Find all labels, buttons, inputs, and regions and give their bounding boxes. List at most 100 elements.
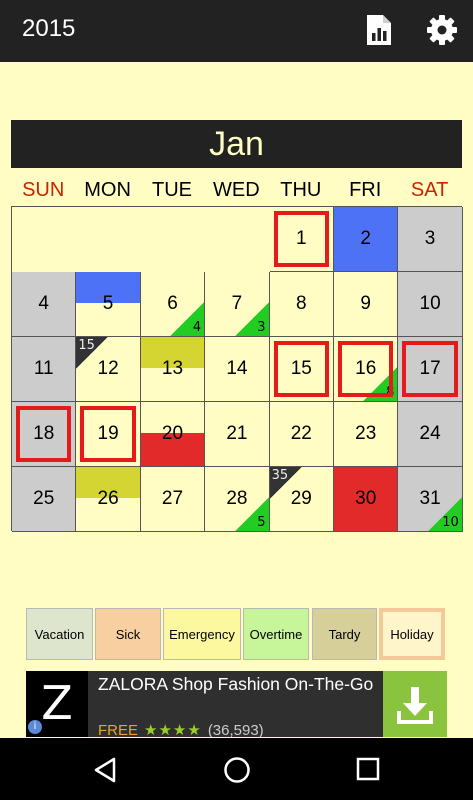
home-icon [224, 757, 250, 783]
day-cell-18[interactable]: 18 [12, 402, 77, 467]
day-cell-26[interactable]: 26 [76, 467, 141, 532]
day-number: 30 [355, 488, 377, 509]
day-cell-7[interactable]: 3 7 [205, 272, 270, 337]
day-cell-6[interactable]: 4 6 [140, 272, 206, 337]
day-cell-9[interactable]: 9 [334, 272, 399, 337]
day-cell-3[interactable]: 3 [398, 207, 463, 272]
day-number: 7 [231, 293, 243, 314]
ad-subline: FREE ★★★★ (36,593) [98, 721, 264, 737]
day-number: 29 [290, 488, 312, 509]
legend-tardy[interactable]: Tardy [312, 608, 377, 660]
day-cell-15[interactable]: 15 [269, 337, 334, 402]
day-number: 28 [226, 488, 248, 509]
day-cell-22[interactable]: 22 [269, 402, 334, 467]
weekday-thu: THU [280, 179, 322, 201]
back-icon [94, 757, 116, 783]
legend-emergency[interactable]: Emergency [163, 608, 241, 660]
day-number: 22 [290, 423, 312, 444]
day-number: 9 [360, 293, 371, 314]
day-number: 31 [419, 488, 441, 509]
report-button[interactable] [364, 14, 394, 46]
day-cell-25[interactable]: 25 [12, 467, 77, 532]
day-cell-20[interactable]: 20 [140, 402, 206, 467]
ad-download-button[interactable] [383, 671, 447, 737]
ad-title[interactable]: ZALORA Shop Fashion On-The-Go [98, 673, 383, 695]
day-number: 5 [102, 293, 114, 314]
day-number: 25 [33, 488, 55, 509]
weekday-sat: SAT [410, 179, 449, 201]
legend-vacation[interactable]: Vacation [26, 608, 93, 660]
day-number: 3 [424, 228, 436, 249]
day-cell-8[interactable]: 8 [269, 272, 334, 337]
day-cell-31[interactable]: 10 31 [398, 467, 463, 532]
day-number: 8 [296, 293, 307, 314]
day-cell-23[interactable]: 23 [334, 402, 399, 467]
month-label: Jan [209, 125, 264, 163]
day-cell-24[interactable]: 24 [398, 402, 463, 467]
day-cell-30[interactable]: 30 [334, 467, 399, 532]
day-number: 18 [33, 423, 55, 444]
day-number: 15 [290, 358, 312, 379]
day-number: 19 [97, 423, 119, 444]
weekday-fri: FRI [349, 179, 382, 201]
day-cell-5[interactable]: 5 [76, 272, 141, 337]
day-number: 12 [97, 358, 119, 379]
day-cell-4[interactable]: 4 [12, 272, 77, 337]
settings-button[interactable] [426, 14, 458, 46]
legend-holiday[interactable]: Holiday [379, 608, 445, 660]
day-number: 27 [161, 488, 184, 509]
day-cell-13[interactable]: 13 [140, 337, 206, 402]
day-number: 14 [226, 358, 248, 379]
day-cell-19[interactable]: 19 [76, 402, 141, 467]
day-cell-2[interactable]: 2 [334, 207, 399, 272]
navigation-bar [0, 738, 473, 800]
ad-stars: ★★★★ [144, 722, 202, 737]
legend-overtime[interactable]: Overtime [243, 608, 309, 660]
recents-button[interactable] [356, 757, 380, 781]
ad-banner[interactable]: Z i ZALORA Shop Fashion On-The-Go FREE ★★… [26, 671, 447, 737]
year-title: 2015 [22, 15, 76, 42]
app-bar: 2015 [0, 0, 473, 62]
home-button[interactable] [222, 755, 252, 785]
back-button[interactable] [92, 756, 120, 784]
ad-info-icon[interactable]: i [28, 720, 42, 734]
day-cell-16[interactable]: 8 16 [334, 337, 399, 402]
day-number: 23 [355, 423, 377, 444]
day-cell-14[interactable]: 14 [205, 337, 270, 402]
ad-logo[interactable]: Z i [26, 671, 88, 737]
day-cell-28[interactable]: 5 28 [205, 467, 270, 532]
day-number: 20 [161, 423, 184, 444]
day-cell-1[interactable]: 1 [269, 207, 334, 272]
ad-rating-count: (36,593) [207, 722, 264, 737]
ad-logo-letter: Z [41, 676, 73, 730]
day-number: 10 [419, 293, 441, 314]
recents-icon [356, 757, 380, 781]
weekday-row: SUN MON TUE WED THU FRI SAT [11, 174, 462, 206]
day-number: 2 [360, 228, 371, 249]
day-cell-17[interactable]: 17 [398, 337, 463, 402]
day-number: 1 [296, 228, 307, 249]
day-number: 11 [33, 358, 54, 379]
day-number: 4 [38, 293, 49, 314]
calendar-grid: 1 2 3 4 5 4 6 3 7 8 9 10 11 15 12 13 14 [11, 206, 463, 532]
day-cell-27[interactable]: 27 [140, 467, 206, 532]
day-cell-10[interactable]: 10 [398, 272, 463, 337]
ad-price: FREE [98, 722, 139, 737]
weekday-wed: WED [213, 179, 260, 201]
day-number: 21 [226, 423, 248, 444]
gear-icon [427, 15, 457, 45]
day-number: 16 [355, 358, 377, 379]
legend: Vacation Sick Emergency Overtime Tardy H… [26, 608, 446, 660]
download-icon [397, 687, 433, 724]
day-cell-11[interactable]: 11 [12, 337, 77, 402]
legend-sick[interactable]: Sick [95, 608, 161, 660]
day-number: 6 [167, 293, 178, 314]
day-cell-12[interactable]: 15 12 [76, 337, 141, 402]
day-number: 13 [161, 358, 184, 379]
month-header[interactable]: Jan [11, 120, 462, 168]
day-number: 24 [419, 423, 441, 444]
weekday-sun: SUN [22, 179, 65, 201]
day-cell-29[interactable]: 35 29 [269, 467, 334, 532]
day-number: 17 [419, 358, 441, 379]
day-cell-21[interactable]: 21 [205, 402, 270, 467]
